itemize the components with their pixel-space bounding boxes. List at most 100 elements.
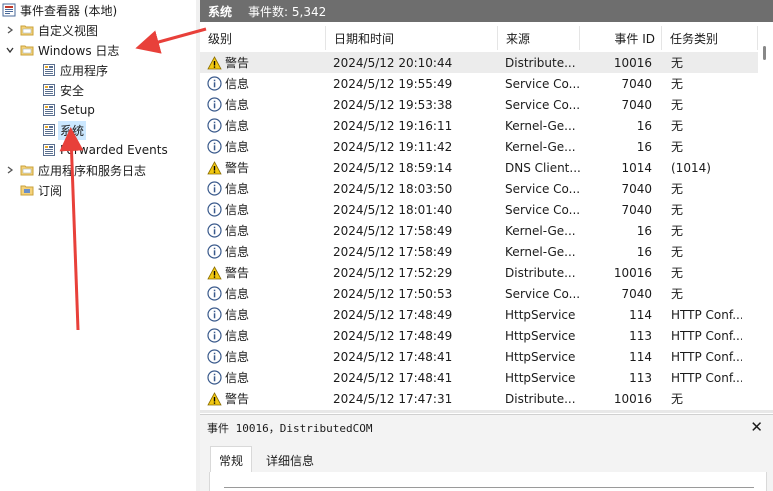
event-level: 警告 — [200, 54, 326, 71]
event-level: 警告 — [200, 159, 326, 176]
tree-item[interactable]: 应用程序 — [42, 60, 108, 80]
event-source: Kernel-Ge... — [505, 139, 576, 154]
event-date: 2024/5/12 17:48:49 — [333, 307, 453, 322]
event-source: Distribute... — [505, 391, 576, 406]
event-date: 2024/5/12 19:55:49 — [333, 76, 453, 91]
log-title: 系统 — [208, 4, 233, 19]
event-task: 无 — [671, 182, 684, 196]
folder-icon — [20, 163, 34, 177]
event-task: HTTP Conf... — [671, 349, 742, 364]
event-date: 2024/5/12 18:03:50 — [333, 181, 453, 196]
tree-item[interactable]: 系统 — [42, 120, 87, 140]
event-level: 信息 — [200, 138, 326, 155]
tab-details[interactable]: 详细信息 — [258, 448, 322, 472]
event-level: 警告 — [200, 390, 326, 407]
event-row[interactable]: 信息 2024/5/12 18:03:50 Service Co... 7040 无 — [200, 178, 773, 199]
tree-item[interactable]: 应用程序和服务日志 — [4, 160, 146, 180]
event-level: 信息 — [200, 75, 326, 92]
warning-icon — [207, 265, 222, 280]
event-row[interactable]: 信息 2024/5/12 19:11:42 Kernel-Ge... 16 无 — [200, 136, 773, 157]
tree-item[interactable]: 订阅 — [4, 180, 62, 200]
event-date: 2024/5/12 17:58:49 — [333, 223, 453, 238]
event-source: DNS Client... — [505, 160, 580, 175]
event-level-text: 警告 — [225, 161, 250, 175]
log-icon — [42, 123, 56, 137]
event-level-text: 信息 — [225, 350, 250, 364]
event-row[interactable]: 警告 2024/5/12 20:10:44 Distribute... 10016 无 — [200, 52, 773, 73]
tree-item[interactable]: Windows 日志 — [4, 40, 119, 60]
column-header-task[interactable]: 任务类别 — [662, 26, 758, 50]
tree-item[interactable]: Forwarded Events — [42, 140, 168, 160]
chevron-right-icon — [4, 184, 16, 196]
event-date: 2024/5/12 20:10:44 — [333, 55, 453, 70]
column-header-date[interactable]: 日期和时间 — [326, 26, 498, 50]
detail-title: 事件 10016，DistributedCOM — [207, 421, 373, 435]
event-row[interactable]: 信息 2024/5/12 17:58:49 Kernel-Ge... 16 无 — [200, 241, 773, 262]
tree-item-label: 应用程序和服务日志 — [38, 163, 147, 178]
event-level: 信息 — [200, 348, 326, 365]
event-source: HttpService — [505, 370, 576, 385]
tab-general[interactable]: 常规 — [210, 446, 253, 473]
event-level-text: 信息 — [225, 245, 250, 259]
column-header-event-id[interactable]: 事件 ID — [580, 26, 662, 50]
event-id: 114 — [629, 349, 652, 364]
folder-icon — [20, 23, 34, 37]
event-date: 2024/5/12 17:52:29 — [333, 265, 453, 280]
event-level-text: 信息 — [225, 140, 250, 154]
event-level-text: 信息 — [225, 287, 250, 301]
event-source: HttpService — [505, 328, 576, 343]
scrollbar-thumb[interactable] — [763, 46, 766, 60]
tree-root[interactable]: 事件查看器 (本地) — [2, 0, 117, 20]
event-row[interactable]: 信息 2024/5/12 17:48:49 HttpService 113 HTTP C… — [200, 325, 773, 346]
info-icon — [207, 349, 222, 364]
chevron-right-icon[interactable] — [4, 24, 16, 36]
event-source: Kernel-Ge... — [505, 223, 576, 238]
tree-item[interactable]: Setup — [42, 100, 95, 120]
info-icon — [207, 244, 222, 259]
event-row[interactable]: 信息 2024/5/12 18:01:40 Service Co... 7040 无 — [200, 199, 773, 220]
warning-icon — [207, 391, 222, 406]
event-date: 2024/5/12 18:59:14 — [333, 160, 453, 175]
event-level: 信息 — [200, 180, 326, 197]
event-row[interactable]: 信息 2024/5/12 17:48:49 HttpService 114 HTTP C… — [200, 304, 773, 325]
tree-item[interactable]: 安全 — [42, 80, 84, 100]
event-id: 16 — [636, 139, 652, 154]
event-id: 7040 — [621, 76, 652, 91]
event-row[interactable]: 信息 2024/5/12 17:50:53 Service Co... 7040 无 — [200, 283, 773, 304]
subscription-icon — [20, 183, 34, 197]
event-row[interactable]: 警告 2024/5/12 17:47:31 Distribute... 10016 无 — [200, 388, 773, 409]
event-row[interactable]: 信息 2024/5/12 19:16:11 Kernel-Ge... 16 无 — [200, 115, 773, 136]
pane-divider[interactable] — [200, 410, 773, 413]
tree-item[interactable]: 自定义视图 — [4, 20, 98, 40]
chevron-right-icon[interactable] — [4, 164, 16, 176]
tree-item-label: Windows 日志 — [38, 43, 120, 58]
event-date: 2024/5/12 17:48:49 — [333, 328, 453, 343]
event-date: 2024/5/12 19:11:42 — [333, 139, 453, 154]
tree-root-label: 事件查看器 (本地) — [20, 3, 118, 18]
column-header-source[interactable]: 来源 — [498, 26, 580, 50]
event-row[interactable]: 警告 2024/5/12 18:59:14 DNS Client... 1014 (10… — [200, 157, 773, 178]
event-task: HTTP Conf... — [671, 328, 742, 343]
event-task: 无 — [671, 392, 684, 406]
vertical-scrollbar[interactable] — [758, 26, 773, 388]
grid-header: 级别 日期和时间 来源 事件 ID 任务类别 — [200, 26, 773, 50]
info-icon — [207, 286, 222, 301]
event-date: 2024/5/12 17:58:49 — [333, 244, 453, 259]
column-header-level[interactable]: 级别 — [200, 26, 326, 50]
event-row[interactable]: 信息 2024/5/12 17:48:41 HttpService 114 HTTP C… — [200, 346, 773, 367]
close-detail-button[interactable]: ✕ — [750, 418, 763, 436]
event-source: Kernel-Ge... — [505, 118, 576, 133]
event-row[interactable]: 信息 2024/5/12 19:53:38 Service Co... 7040 无 — [200, 94, 773, 115]
event-id: 113 — [629, 328, 652, 343]
event-task: 无 — [671, 119, 684, 133]
event-task: 无 — [671, 203, 684, 217]
event-level-text: 信息 — [225, 224, 250, 238]
event-row[interactable]: 信息 2024/5/12 19:55:49 Service Co... 7040 无 — [200, 73, 773, 94]
event-row[interactable]: 警告 2024/5/12 17:52:29 Distribute... 10016 无 — [200, 262, 773, 283]
chevron-down-icon[interactable] — [4, 44, 16, 56]
event-row[interactable]: 信息 2024/5/12 17:48:41 HttpService 113 HTTP C… — [200, 367, 773, 388]
event-task: 无 — [671, 77, 684, 91]
event-level-text: 信息 — [225, 308, 250, 322]
log-icon — [42, 103, 56, 117]
event-row[interactable]: 信息 2024/5/12 17:58:49 Kernel-Ge... 16 无 — [200, 220, 773, 241]
